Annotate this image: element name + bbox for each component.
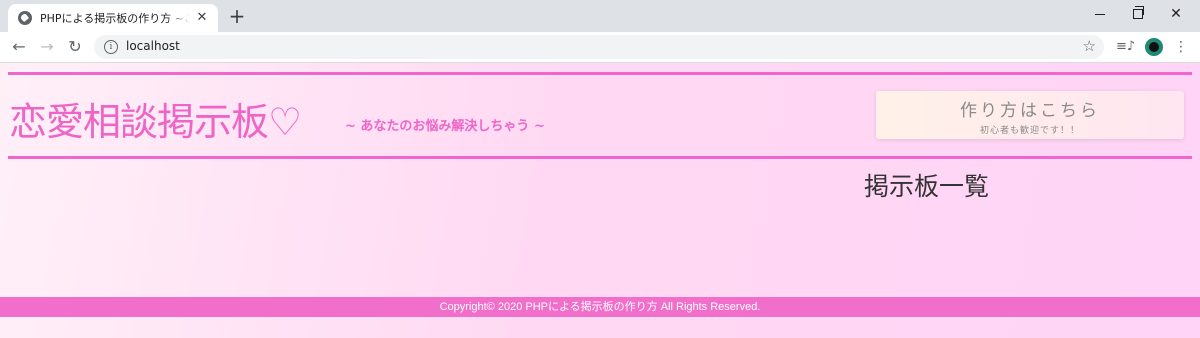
- header-bottom-divider: [8, 156, 1192, 159]
- globe-icon: [18, 11, 32, 25]
- tab-title: PHPによる掲示板の作り方 ~ここはアンタを: [40, 12, 190, 25]
- page-content: 恋愛相談掲示板♡ ~ あなたのお悩み解決しちゃう ~ 作り方はこちら 初心者も歓…: [0, 63, 1200, 338]
- address-url[interactable]: localhost: [126, 39, 180, 53]
- restore-icon: [1133, 6, 1144, 19]
- reload-button[interactable]: ↻: [64, 36, 86, 58]
- back-button[interactable]: ←: [8, 36, 30, 58]
- browser-tab[interactable]: PHPによる掲示板の作り方 ~ここはアンタを ✕: [8, 4, 218, 32]
- footer-copyright: Copyright© 2020 PHPによる掲示板の作り方 All Rights…: [0, 297, 1200, 317]
- new-tab-button[interactable]: +: [226, 6, 248, 28]
- tab-close-icon[interactable]: ✕: [194, 10, 210, 26]
- minimize-icon: [1095, 13, 1105, 15]
- header-top-divider: [8, 72, 1192, 75]
- howto-sub-label: 初心者も歓迎です！！: [979, 126, 1080, 136]
- site-info-icon[interactable]: i: [104, 40, 118, 54]
- howto-link-button[interactable]: 作り方はこちら 初心者も歓迎です！！: [876, 91, 1184, 139]
- site-subtitle: ~ あなたのお悩み解決しちゃう ~: [345, 119, 545, 134]
- close-window-button[interactable]: ✕: [1158, 0, 1194, 28]
- restore-window-button[interactable]: [1120, 0, 1156, 28]
- browser-toolbar: ← → ↻ i localhost ☆ ≡♪ ⋮: [0, 32, 1200, 63]
- board-list-heading: 掲示板一覧: [864, 172, 990, 201]
- browser-tab-strip: PHPによる掲示板の作り方 ~ここはアンタを ✕ + ✕: [0, 0, 1200, 32]
- browser-menu-icon[interactable]: ⋮: [1172, 38, 1190, 56]
- site-title[interactable]: 恋愛相談掲示板♡: [9, 91, 302, 146]
- address-bar[interactable]: i localhost ☆: [94, 35, 1104, 59]
- howto-main-label: 作り方はこちら: [960, 101, 1100, 121]
- media-control-icon[interactable]: ≡♪: [1116, 38, 1135, 56]
- minimize-window-button[interactable]: [1082, 0, 1118, 28]
- forward-button[interactable]: →: [36, 36, 58, 58]
- profile-avatar-icon[interactable]: [1145, 38, 1163, 56]
- bookmark-star-icon[interactable]: ☆: [1083, 37, 1096, 55]
